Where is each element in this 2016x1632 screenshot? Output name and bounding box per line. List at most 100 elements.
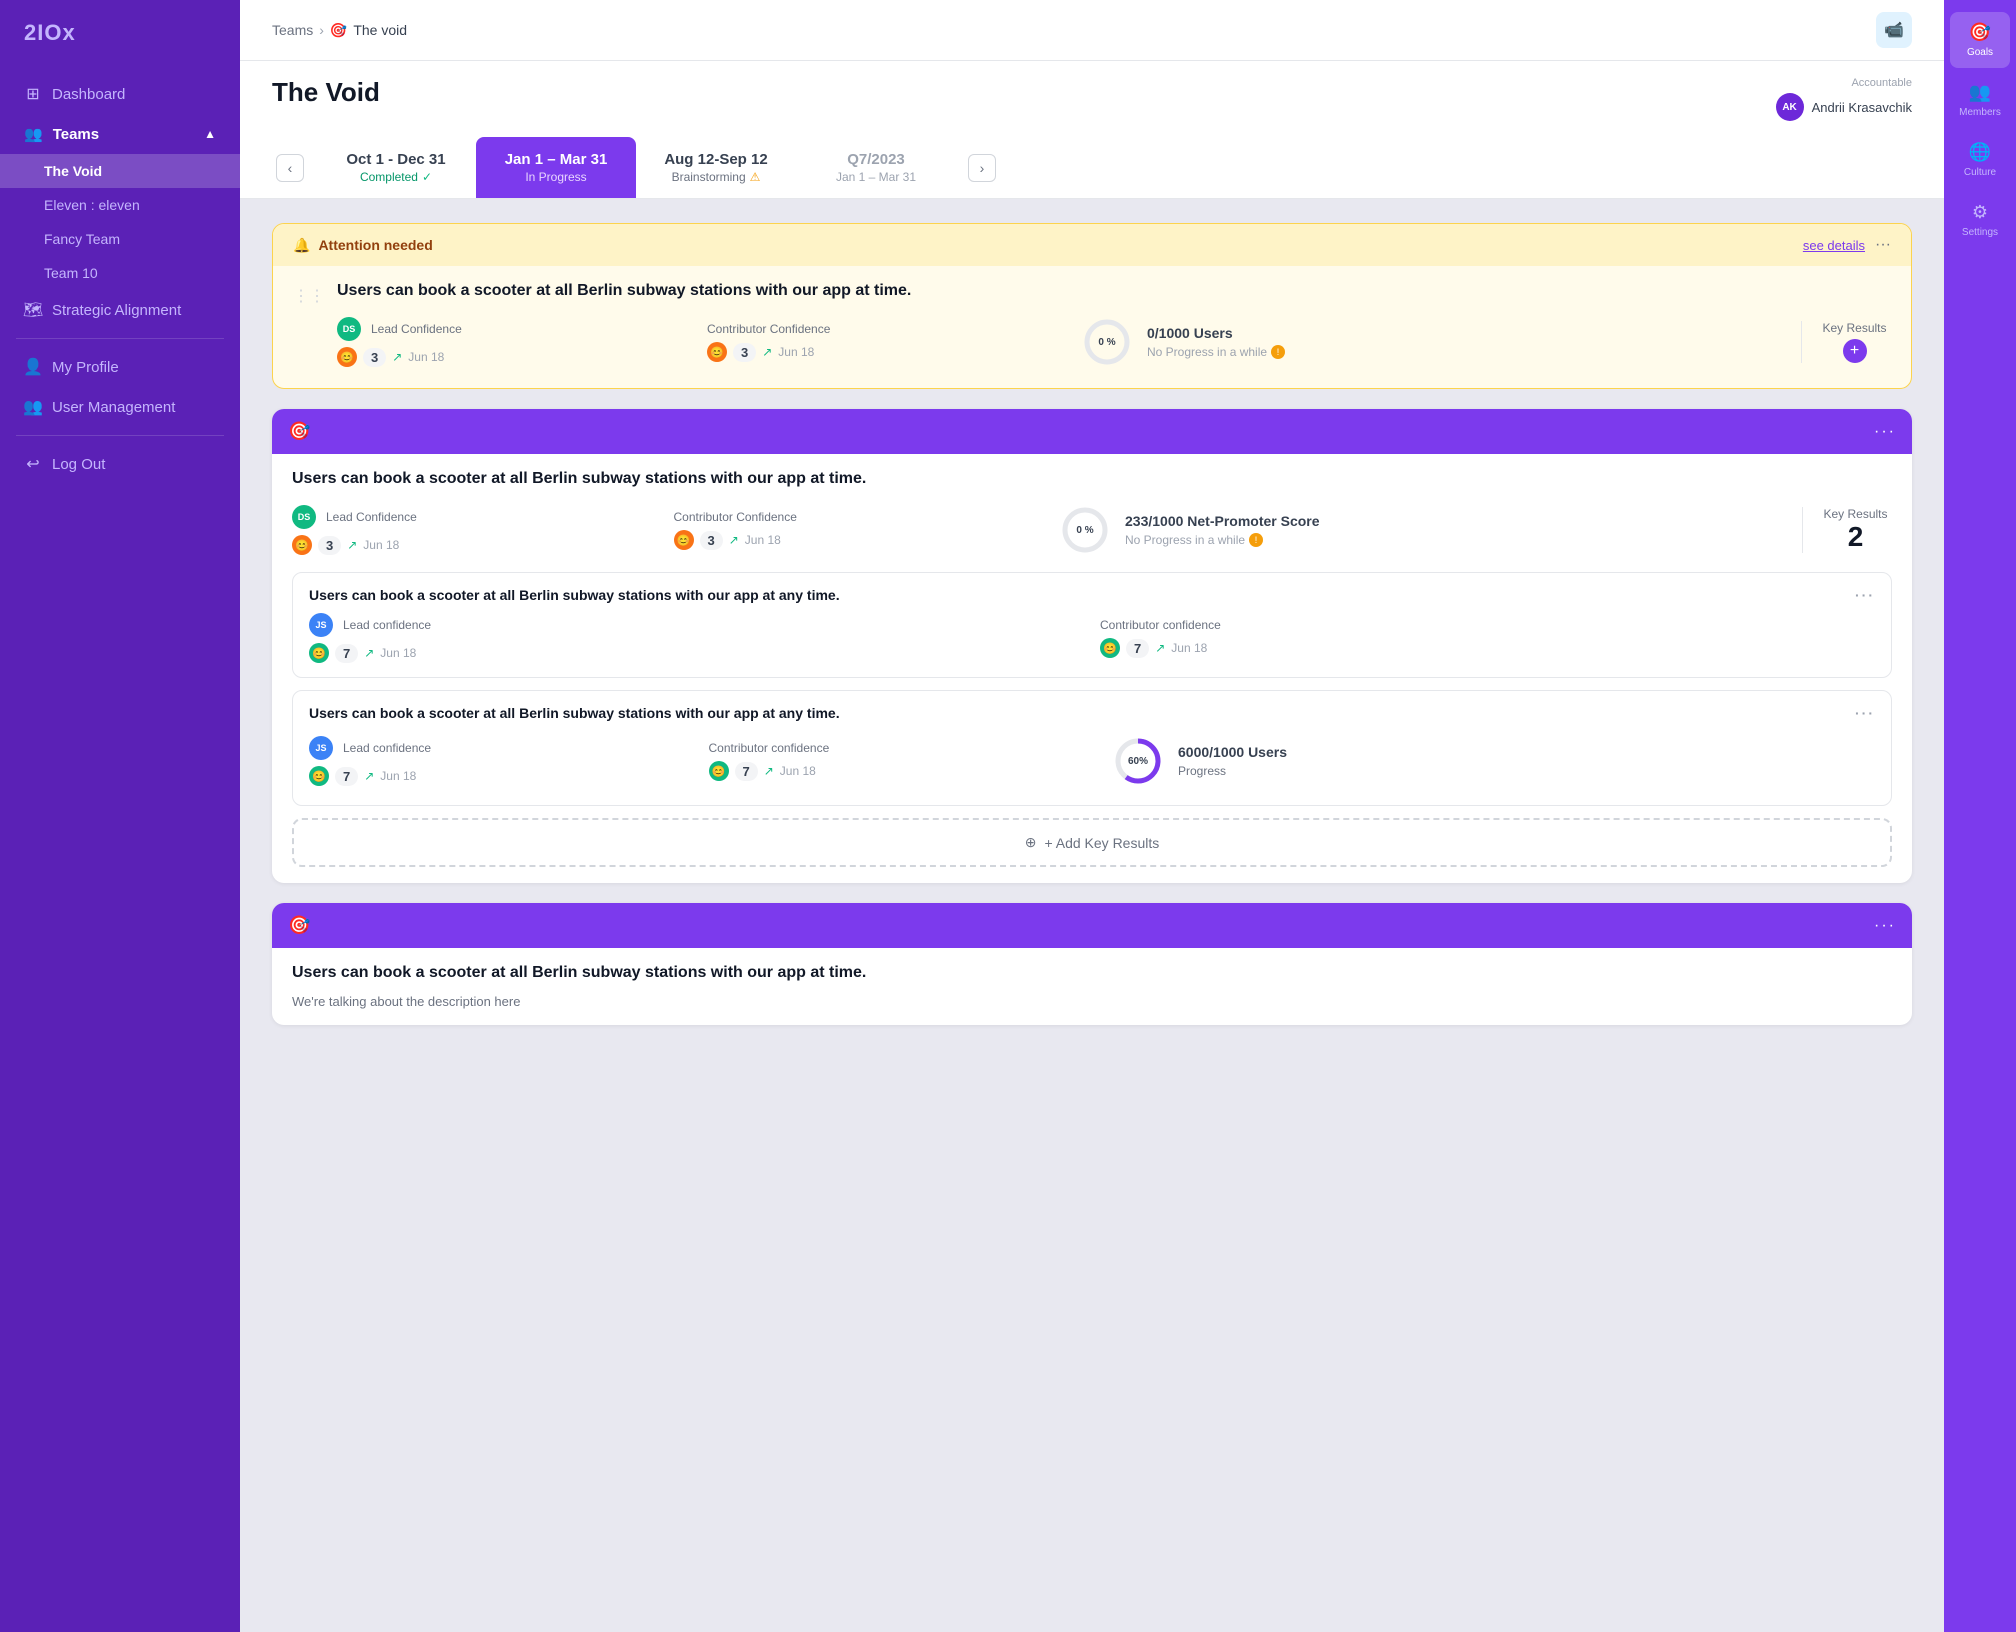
- progress-users-block: 0 % 0/1000 Users No Progress in a while …: [1077, 312, 1785, 372]
- goal-1-metrics: DS Lead Confidence 😊 3 ↗ Jun 18 Co: [292, 500, 1892, 560]
- sidebar-item-profile[interactable]: 👤 My Profile: [0, 347, 240, 387]
- sidebar: 2IOx ⊞ Dashboard 👥 Teams ▲ The Void Elev…: [0, 0, 240, 1632]
- warn-dot: !: [1271, 345, 1285, 359]
- tab-status-text: Completed: [360, 170, 418, 184]
- g1-key-results: Key Results 2: [1802, 507, 1892, 553]
- check-icon: ✓: [422, 170, 432, 184]
- next-period-btn[interactable]: ›: [968, 154, 996, 182]
- avatar-js-sg2: JS: [309, 736, 333, 760]
- prev-period-btn[interactable]: ‹: [276, 154, 304, 182]
- users-metric: 0/1000 Users No Progress in a while !: [1147, 325, 1785, 359]
- center-area: Teams › 🎯 The void 📹 The Void Accountabl…: [240, 0, 1944, 1632]
- teams-icon: 👥: [24, 125, 43, 143]
- accountable-user: AK Andrii Krasavchik: [1776, 93, 1912, 121]
- period-tabs-row: ‹ Oct 1 - Dec 31 Completed ✓ Jan 1 – Mar…: [272, 137, 1912, 198]
- logout-icon: ↩: [24, 455, 42, 473]
- sg2-lead-block: JS Lead confidence 😊 7 ↗ Jun 18: [309, 736, 693, 786]
- g1-metric-value: 233/1000 Net-Promoter Score: [1125, 513, 1320, 529]
- sidebar-item-dashboard[interactable]: ⊞ Dashboard: [0, 74, 240, 114]
- sg2-contrib-emoji: 😊: [709, 761, 729, 781]
- sg1-contrib-num: 7: [1126, 639, 1149, 658]
- profile-icon: 👤: [24, 358, 42, 376]
- avatar: AK: [1776, 93, 1804, 121]
- accountable-box: Accountable AK Andrii Krasavchik: [1776, 77, 1912, 121]
- more-options-icon[interactable]: ···: [1875, 236, 1891, 254]
- sg2-lead-emoji: 😊: [309, 766, 329, 786]
- sidebar-item-team10[interactable]: Team 10: [0, 256, 240, 290]
- goals-icon: 🎯: [1969, 22, 1991, 43]
- goal-card-2: 🎯 ··· Users can book a scooter at all Be…: [272, 903, 1912, 1025]
- sidebar-item-the-void[interactable]: The Void: [0, 154, 240, 188]
- g1-contrib-block: Contributor Confidence 😊 3 ↗ Jun 18: [674, 510, 1040, 550]
- tab-status-text: In Progress: [525, 170, 586, 184]
- rs-goals[interactable]: 🎯 Goals: [1950, 12, 2010, 68]
- lead-emoji: 😊: [337, 347, 357, 367]
- video-btn[interactable]: 📹: [1876, 12, 1912, 48]
- dashboard-icon: ⊞: [24, 85, 42, 103]
- warn-icon: ⚠: [750, 170, 761, 184]
- sg1-lead-num: 7: [335, 644, 358, 663]
- contrib-trend: ↗: [762, 345, 772, 359]
- g1-contrib-emoji: 😊: [674, 530, 694, 550]
- rs-culture[interactable]: 🌐 Culture: [1950, 132, 2010, 188]
- sidebar-item-eleven[interactable]: Eleven : eleven: [0, 188, 240, 222]
- culture-icon: 🌐: [1969, 142, 1991, 163]
- sg1-lead-emoji: 😊: [309, 643, 329, 663]
- sg2-progress-block: 60% 6000/1000 Users Progress: [1108, 731, 1875, 791]
- goal-menu-2[interactable]: ···: [1874, 917, 1896, 935]
- contrib-num: 3: [733, 343, 756, 362]
- see-details-link[interactable]: see details: [1803, 238, 1865, 253]
- rs-members[interactable]: 👥 Members: [1950, 72, 2010, 128]
- breadcrumb-current: The void: [353, 22, 407, 38]
- add-key-results-btn[interactable]: ⊕ + Add Key Results: [292, 818, 1892, 867]
- g1-warn-dot: !: [1249, 533, 1263, 547]
- sub-goal-2-menu[interactable]: ···: [1855, 705, 1875, 721]
- sidebar-item-fancy[interactable]: Fancy Team: [0, 222, 240, 256]
- user-mgmt-icon: 👥: [24, 398, 42, 416]
- drag-handle[interactable]: ⋮⋮: [293, 282, 325, 306]
- g1-contrib-num: 3: [700, 531, 723, 550]
- period-tabs: Oct 1 - Dec 31 Completed ✓ Jan 1 – Mar 3…: [308, 137, 964, 198]
- sg2-users-metric: 6000/1000 Users Progress: [1178, 744, 1287, 778]
- sidebar-item-user-mgmt[interactable]: 👥 User Management: [0, 387, 240, 427]
- period-tab-oct-dec[interactable]: Oct 1 - Dec 31 Completed ✓: [316, 137, 476, 198]
- g1-users-metric: 233/1000 Net-Promoter Score No Progress …: [1125, 513, 1320, 547]
- period-tab-q7[interactable]: Q7/2023 Jan 1 – Mar 31: [796, 137, 956, 198]
- g1-progress-ring: 0 %: [1055, 500, 1115, 560]
- sub-goal-1-metrics: JS Lead confidence 😊 7 ↗ Jun 18: [309, 613, 1875, 663]
- contrib-confidence-block: Contributor Confidence 😊 3 ↗ Jun 18: [707, 322, 1061, 362]
- period-tab-aug-sep[interactable]: Aug 12-Sep 12 Brainstorming ⚠: [636, 137, 796, 198]
- goal-card-header-2: 🎯 ···: [272, 903, 1912, 948]
- page-layout: Teams › 🎯 The void 📹 The Void Accountabl…: [240, 0, 2016, 1632]
- attention-body: ⋮⋮ Users can book a scooter at all Berli…: [273, 266, 1911, 388]
- add-key-result-btn[interactable]: +: [1843, 339, 1867, 363]
- goal-emoji-2: 🎯: [288, 915, 310, 936]
- sg2-progress-ring: 60%: [1108, 731, 1168, 791]
- sidebar-item-strategic[interactable]: 🗺 Strategic Alignment: [0, 290, 240, 330]
- goal-menu-1[interactable]: ···: [1874, 423, 1896, 441]
- avatar-ds: DS: [337, 317, 361, 341]
- g1-progress-pct: 0 %: [1076, 525, 1093, 536]
- content-area: 🔔 Attention needed see details ··· ⋮⋮: [240, 199, 1944, 1632]
- progress-ring: 0 %: [1077, 312, 1137, 372]
- grip-icon: ⋮⋮: [293, 286, 325, 306]
- sub-goal-2-metrics: JS Lead confidence 😊 7 ↗ Jun 18: [309, 731, 1875, 791]
- sg1-contrib-block: Contributor confidence 😊 7 ↗ Jun 18: [1100, 618, 1875, 658]
- period-tab-jan-mar[interactable]: Jan 1 – Mar 31 In Progress: [476, 137, 636, 198]
- sub-goal-1-menu[interactable]: ···: [1855, 587, 1875, 603]
- logo: 2IOx: [0, 0, 240, 66]
- sidebar-item-logout[interactable]: ↩ Log Out: [0, 444, 240, 484]
- goal-card-body-2: Users can book a scooter at all Berlin s…: [272, 948, 1912, 1025]
- sidebar-item-teams[interactable]: 👥 Teams ▲: [0, 114, 240, 154]
- bell-icon: 🔔: [293, 237, 310, 254]
- teams-chevron-icon: ▲: [204, 127, 216, 141]
- breadcrumb-sep: ›: [319, 22, 324, 38]
- page-title: The Void: [272, 77, 380, 108]
- video-icon: 📹: [1884, 20, 1904, 40]
- breadcrumb-teams[interactable]: Teams: [272, 22, 313, 38]
- plus-icon: ⊕: [1025, 834, 1037, 851]
- goal-title-1: Users can book a scooter at all Berlin s…: [292, 470, 1892, 488]
- page-title-row: The Void Accountable AK Andrii Krasavchi…: [272, 77, 1912, 121]
- rs-settings[interactable]: ⚙ Settings: [1950, 192, 2010, 248]
- attention-card: 🔔 Attention needed see details ··· ⋮⋮: [272, 223, 1912, 389]
